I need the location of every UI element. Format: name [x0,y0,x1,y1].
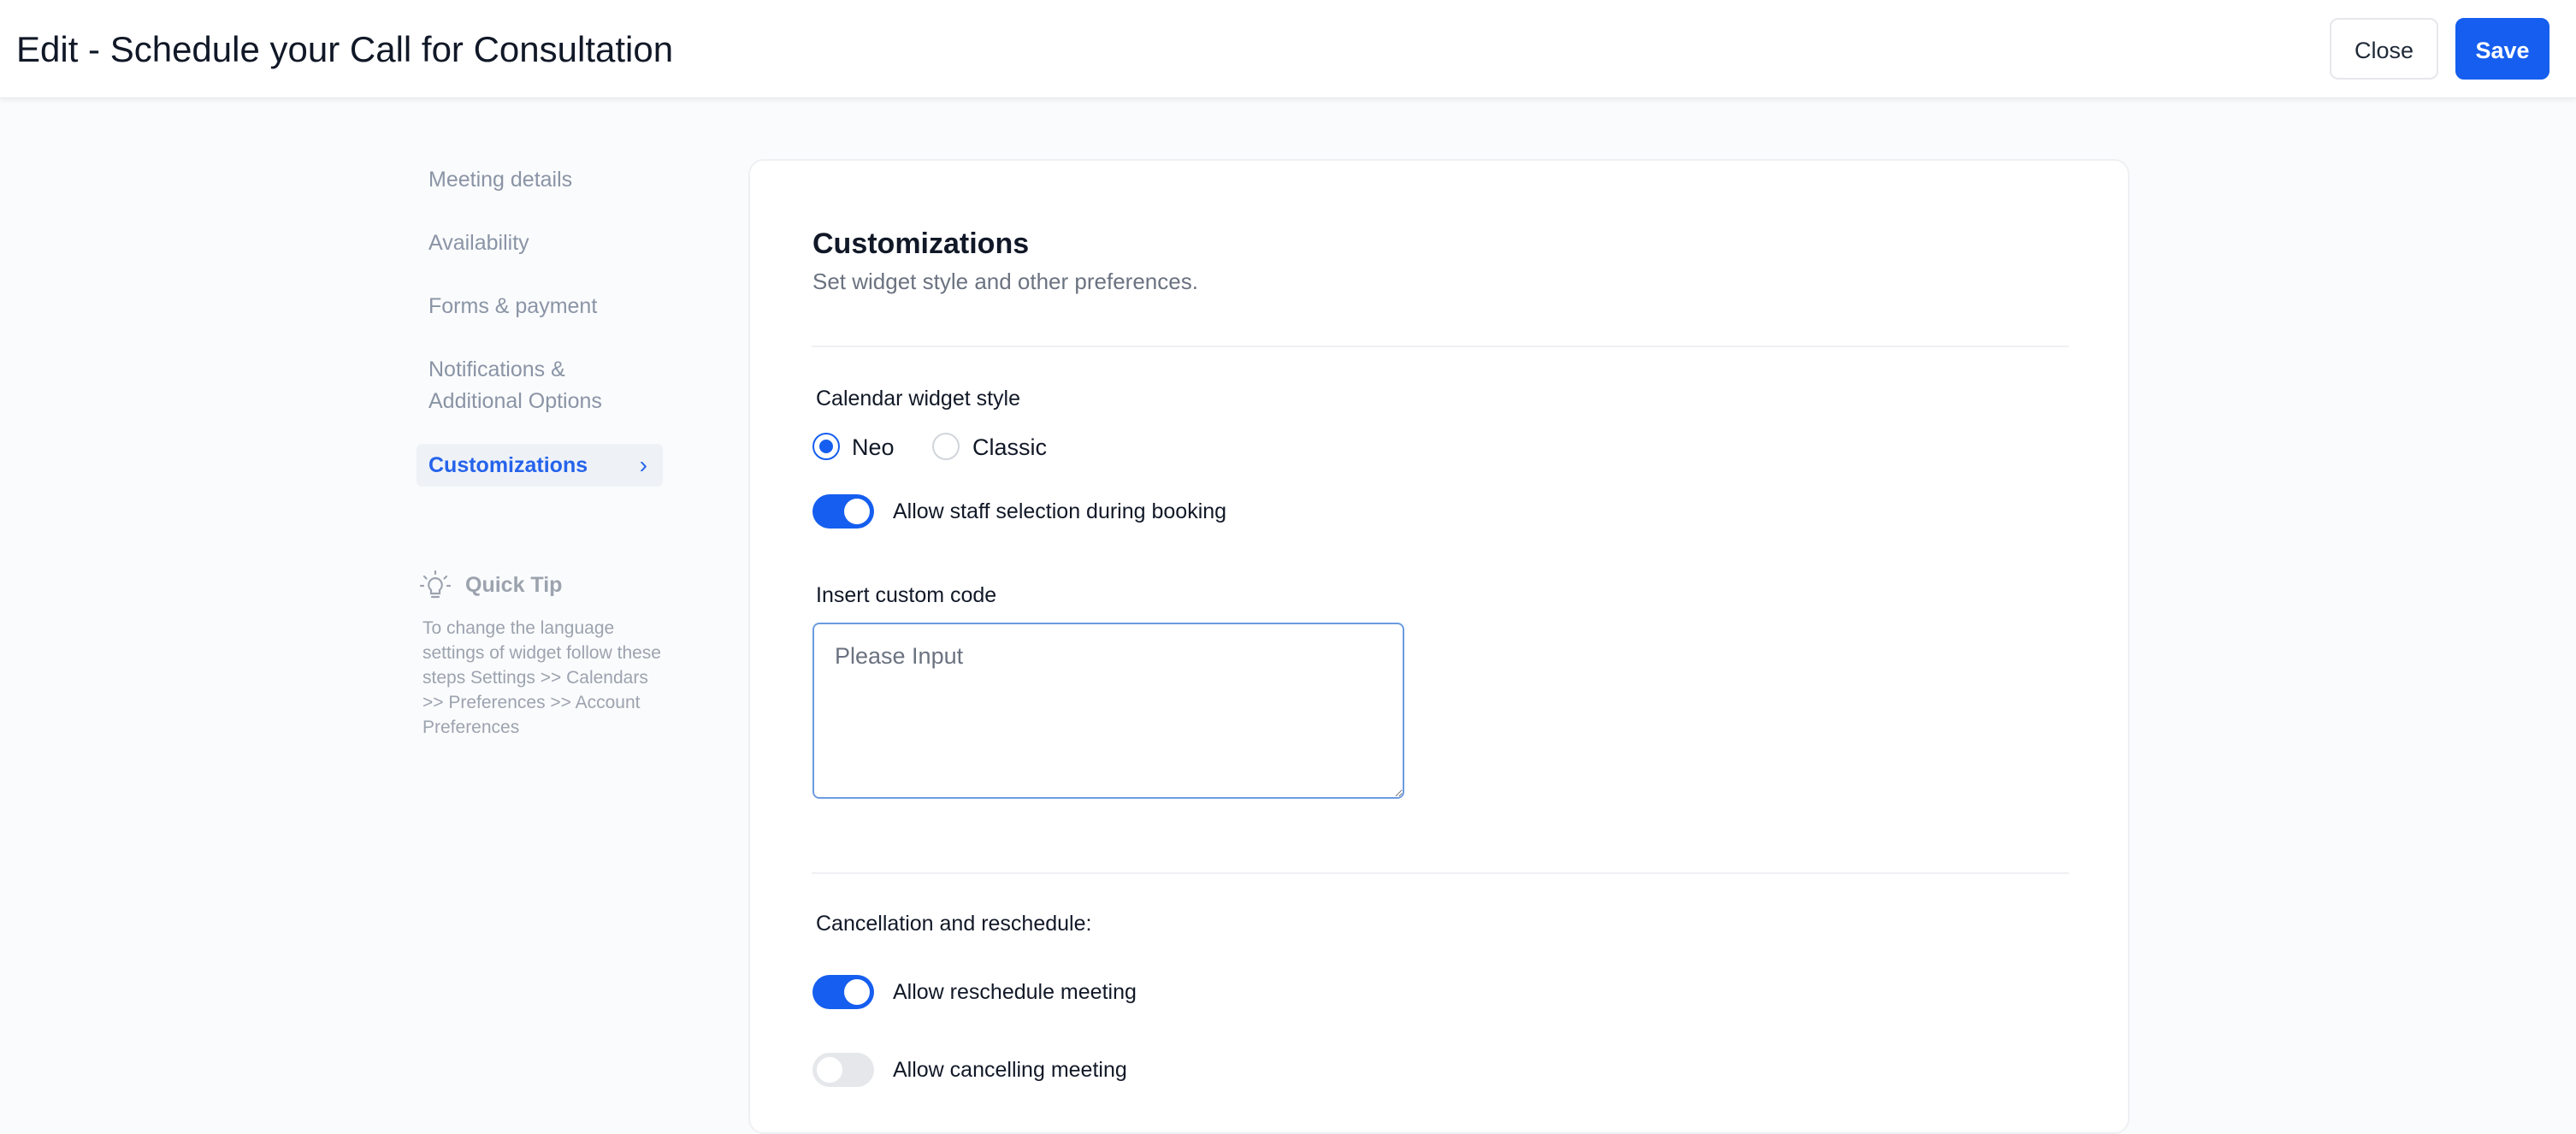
top-header: Edit - Schedule your Call for Consultati… [0,0,2576,98]
save-button[interactable]: Save [2455,18,2549,80]
quick-tip-title: Quick Tip [465,573,563,597]
section-divider [812,346,2069,347]
quick-tip-header: Quick Tip [419,568,667,605]
sidebar-item-forms-payment[interactable]: Forms & payment [417,291,663,322]
cancellation-label: Cancellation and reschedule: [816,912,1092,936]
sidebar-item-label: Availability [428,231,529,255]
sidebar-item-label: Notifications & Additional Options [428,357,602,413]
cancel-label: Allow cancelling meeting [893,1058,1127,1082]
reschedule-toggle[interactable] [812,975,874,1009]
custom-code-input[interactable] [812,623,1404,799]
widget-style-label: Calendar widget style [816,387,1021,410]
close-button[interactable]: Close [2330,18,2438,80]
customizations-card: Customizations Set widget style and othe… [748,159,2130,1134]
sidebar-item-meeting-details[interactable]: Meeting details [417,164,663,196]
sidebar-item-customizations[interactable]: Customizations › [417,444,663,487]
widget-style-radio-group: Neo Classic [812,429,1326,464]
custom-code-label: Insert custom code [816,583,997,607]
sidebar-item-availability[interactable]: Availability [417,227,663,259]
lightbulb-icon [419,570,452,599]
sidebar-item-label: Forms & payment [428,294,598,318]
cancel-toggle[interactable] [812,1053,874,1087]
radio-neo[interactable] [812,433,840,460]
sidebar-item-label: Customizations [428,453,588,477]
section-title: Customizations [812,227,1030,260]
section-subtitle: Set widget style and other preferences. [812,269,1198,294]
cancellation-divider [812,872,2069,874]
radio-neo-label[interactable]: Neo [852,434,895,461]
staff-selection-toggle[interactable] [812,494,874,529]
page-title: Edit - Schedule your Call for Consultati… [16,29,674,69]
radio-classic-label[interactable]: Classic [972,434,1047,461]
staff-selection-label: Allow staff selection during booking [893,499,1227,523]
sidebar-item-notifications[interactable]: Notifications & Additional Options [417,354,630,417]
chevron-right-icon: › [639,452,647,478]
reschedule-label: Allow reschedule meeting [893,980,1137,1004]
quick-tip-text: To change the language settings of widge… [422,618,661,737]
sidebar-item-label: Meeting details [428,168,573,192]
radio-classic[interactable] [932,433,960,460]
